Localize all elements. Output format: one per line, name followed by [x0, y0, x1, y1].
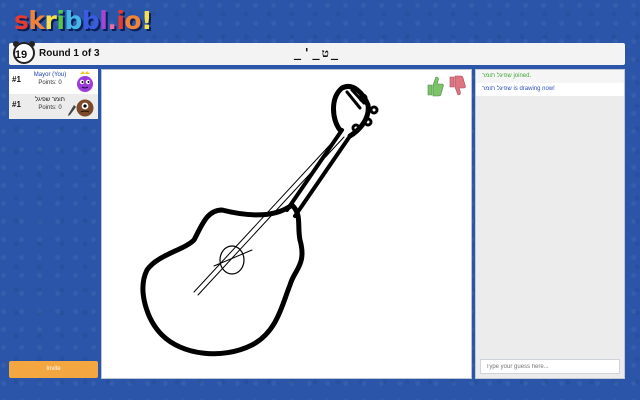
- player-points: Points: 0: [38, 80, 62, 86]
- logo-letter: !: [141, 6, 153, 35]
- game-header: 19 Round 1 of 3 _ט_'_: [9, 41, 625, 65]
- logo-letter: k: [28, 6, 45, 35]
- player-name: Mayor (You): [33, 72, 67, 78]
- logo-letter: .: [107, 6, 117, 35]
- logo-letter: i: [116, 6, 125, 35]
- player-rank: #1: [12, 100, 21, 109]
- invite-button[interactable]: Invite: [9, 361, 98, 378]
- player-list: #1 Mayor (You) Points: 0 #1 תומר שפיגל P…: [9, 69, 98, 119]
- avatar: [76, 99, 94, 117]
- guess-input[interactable]: [480, 359, 620, 374]
- chat-panel: שפיגל תומר joined. שפיגל תומר is drawing…: [475, 69, 625, 379]
- thumbs-up-icon[interactable]: [426, 75, 444, 97]
- word-hint: _ט_'_: [293, 46, 341, 60]
- avatar: [77, 71, 93, 92]
- logo-letter: i: [56, 6, 65, 35]
- skribbl-logo: skribbl.io!: [14, 6, 153, 36]
- drawing-canvas[interactable]: [101, 69, 472, 379]
- logo-letter: b: [64, 6, 82, 35]
- thumbs-down-icon[interactable]: [448, 75, 466, 97]
- player-card[interactable]: #1 Mayor (You) Points: 0: [9, 69, 98, 94]
- logo-letter: b: [81, 6, 100, 35]
- player-rank: #1: [12, 75, 21, 84]
- logo-letter: o: [124, 6, 142, 35]
- player-card[interactable]: #1 תומר שפיגל Points: 0: [9, 94, 98, 119]
- player-name: תומר שפיגל: [35, 97, 65, 103]
- guitar-drawing: [140, 84, 379, 357]
- logo-letter: s: [14, 6, 29, 35]
- logo-letter: r: [44, 6, 57, 35]
- logo-letter: l: [99, 6, 108, 35]
- chat-message: שפיגל תומר joined.: [476, 70, 624, 83]
- chat-message: שפיגל תומר is drawing now!: [476, 83, 624, 96]
